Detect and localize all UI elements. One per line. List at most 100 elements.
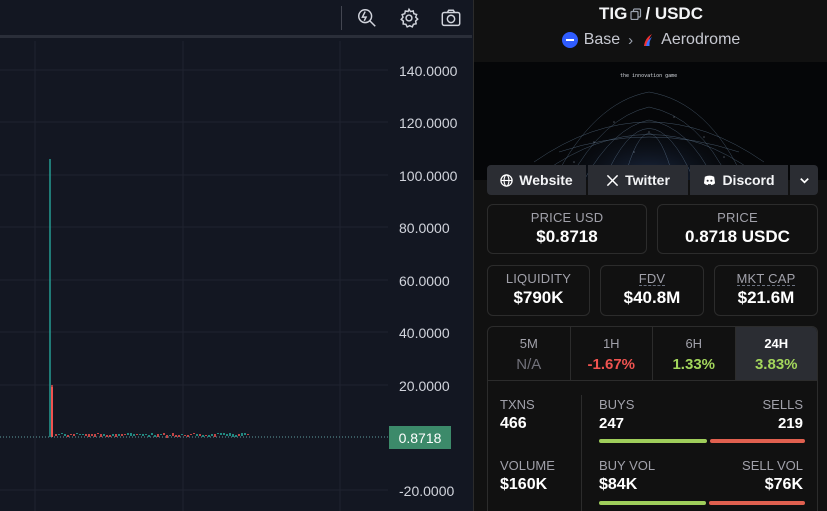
- candle-body: [115, 434, 117, 437]
- tab-1h[interactable]: 1H -1.67%: [571, 327, 653, 380]
- candle-body: [229, 433, 231, 436]
- candle-body: [97, 433, 99, 434]
- candle-body: [181, 434, 183, 435]
- dex-link[interactable]: Aerodrome: [661, 31, 740, 49]
- candle-body: [121, 434, 123, 436]
- volume-stat: VOLUME $160K: [500, 458, 555, 494]
- settings-button[interactable]: [396, 5, 422, 31]
- tab-24h[interactable]: 24H 3.83%: [735, 327, 817, 380]
- timeframe-tabs: 5M N/A 1H -1.67% 6H 1.33% 24H 3.83%: [488, 327, 817, 381]
- candle-body: [220, 433, 222, 435]
- candle-body: [118, 434, 120, 436]
- sell-volume-stat: SELL VOL $76K: [742, 458, 803, 494]
- market-cap-card[interactable]: MKT CAP $21.6M: [714, 265, 818, 316]
- app-root: 140.0000 120.0000 100.0000 80.0000 60.00…: [0, 0, 827, 511]
- candle-body: [112, 434, 114, 436]
- tab-change-value: -1.67%: [587, 356, 636, 373]
- fdv-value: $40.8M: [623, 288, 681, 307]
- candle-body: [244, 433, 246, 435]
- y-tick-label: 60.0000: [399, 273, 450, 289]
- candle-body: [223, 433, 225, 435]
- price-usd-value: $0.8718: [536, 227, 598, 246]
- candle-body: [157, 434, 159, 437]
- website-button[interactable]: Website: [487, 165, 586, 195]
- candle-body: [55, 434, 57, 436]
- buy-volume-stat: BUY VOL $84K: [599, 458, 655, 494]
- candle-body: [103, 434, 105, 436]
- chain-link[interactable]: Base: [584, 31, 620, 49]
- volume-value: $160K: [500, 476, 548, 493]
- candle-body: [88, 434, 90, 437]
- candle-body: [166, 435, 168, 438]
- buys-ratio-bar: [599, 439, 707, 443]
- tab-change-value: N/A: [516, 356, 542, 373]
- candle-body: [106, 435, 108, 437]
- base-token-symbol: TIG: [599, 4, 628, 23]
- candle-body: [202, 435, 204, 437]
- discord-icon: [704, 175, 716, 185]
- tab-6h[interactable]: 6H 1.33%: [653, 327, 736, 380]
- txns-label: TXNS: [500, 397, 535, 412]
- candle-body: [178, 435, 180, 437]
- twitter-label: Twitter: [625, 172, 670, 188]
- tab-5m[interactable]: 5M N/A: [488, 327, 571, 380]
- sells-label: SELLS: [762, 397, 803, 412]
- globe-icon: [500, 173, 514, 187]
- candle-body: [79, 434, 81, 435]
- candle-body: [184, 435, 186, 436]
- token-banner-image: the innovation game: [474, 62, 827, 180]
- twitter-button[interactable]: Twitter: [588, 165, 688, 195]
- price-native-label: PRICE: [717, 210, 758, 225]
- y-tick-label: -20.0000: [399, 483, 454, 499]
- copy-icon[interactable]: [630, 8, 642, 20]
- candle-body: [190, 434, 192, 435]
- candle-body: [187, 435, 189, 437]
- candle-body: [235, 435, 237, 437]
- y-tick-label: 80.0000: [399, 220, 450, 236]
- candle-body: [169, 435, 171, 436]
- candle-body: [91, 434, 93, 436]
- candle-body: [148, 435, 150, 437]
- discord-button[interactable]: Discord: [690, 165, 788, 195]
- market-cap-value: $21.6M: [737, 288, 795, 307]
- snapshot-button[interactable]: [438, 5, 464, 31]
- replay-button[interactable]: [354, 5, 380, 31]
- candle-body: [124, 434, 126, 435]
- breadcrumb: Base › Aerodrome: [474, 31, 827, 49]
- candle-body: [208, 435, 210, 437]
- price-native-value: 0.8718 USDC: [685, 227, 790, 246]
- candle-body: [109, 435, 111, 437]
- buy-volume-ratio-bar: [599, 501, 706, 505]
- fdv-card[interactable]: FDV $40.8M: [600, 265, 704, 316]
- buy-volume-value: $84K: [599, 476, 638, 493]
- candle-body: [67, 435, 69, 437]
- toolbar-divider: [341, 6, 342, 30]
- stats-panel: 5M N/A 1H -1.67% 6H 1.33% 24H 3.83% TXNS…: [487, 326, 818, 511]
- more-links-button[interactable]: [790, 165, 818, 195]
- price-native-card: PRICE 0.8718 USDC: [657, 204, 818, 254]
- buys-value: 247: [599, 415, 625, 432]
- candle-body: [139, 434, 141, 435]
- candle-body: [133, 434, 135, 436]
- candle-body: [61, 433, 63, 434]
- tab-change-value: 1.33%: [672, 356, 716, 373]
- replay-icon: [358, 9, 376, 27]
- candle-body: [151, 433, 153, 435]
- social-links: Website Twitter Discord: [487, 165, 818, 195]
- candle-body: [142, 434, 144, 436]
- price-chart[interactable]: 140.0000 120.0000 100.0000 80.0000 60.00…: [0, 0, 472, 511]
- sell-volume-value: $76K: [764, 476, 803, 493]
- x-logo-icon: [606, 174, 619, 186]
- price-usd-label: PRICE USD: [530, 210, 604, 225]
- y-tick-label: 120.0000: [399, 115, 458, 131]
- candle-body: [247, 434, 249, 435]
- gear-icon: [400, 7, 419, 28]
- candle-body: [232, 434, 234, 437]
- pair-separator: /: [645, 4, 651, 23]
- candle-body: [217, 433, 219, 434]
- camera-icon: [441, 9, 461, 27]
- candle-body: [172, 433, 174, 436]
- banner-art: [533, 87, 765, 180]
- candle-body: [214, 434, 216, 437]
- tab-change-value: 3.83%: [754, 356, 798, 373]
